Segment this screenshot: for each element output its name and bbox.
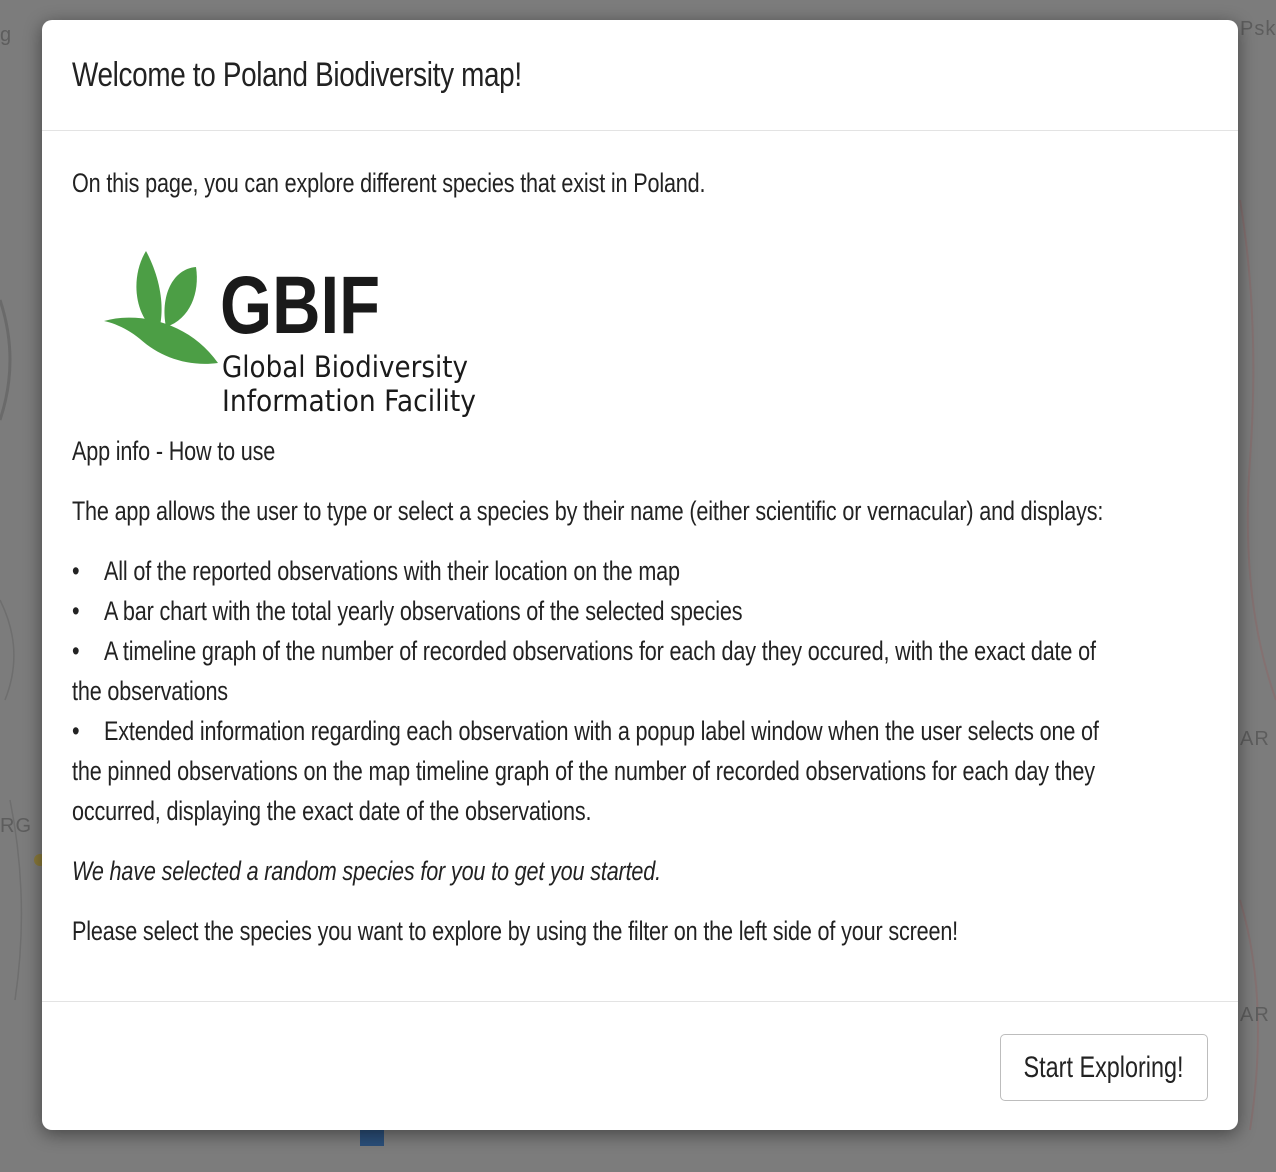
bullet-icon: • bbox=[72, 716, 80, 746]
feature-text-continued: the observations bbox=[72, 676, 228, 706]
modal-title: Welcome to Poland Biodiversity map! bbox=[72, 55, 522, 94]
feature-text: All of the reported observations with th… bbox=[104, 556, 680, 586]
list-item: • A timeline graph of the number of recor… bbox=[72, 631, 1192, 711]
start-exploring-label: Start Exploring! bbox=[1024, 1050, 1184, 1084]
start-exploring-button[interactable]: Start Exploring! bbox=[1000, 1034, 1208, 1101]
gbif-logo-line1: Global Biodiversity bbox=[222, 350, 468, 384]
map-place-label: AR bbox=[1240, 728, 1270, 750]
list-item: • A bar chart with the total yearly obser… bbox=[72, 591, 1192, 631]
feature-text-continued: occurred, displaying the exact date of t… bbox=[72, 796, 592, 826]
gbif-wordmark: GBIF bbox=[220, 260, 380, 351]
map-place-label: Psk bbox=[1240, 18, 1276, 40]
modal-header: Welcome to Poland Biodiversity map! bbox=[42, 20, 1238, 131]
gbif-logo: GBIF Global Biodiversity Information Fac… bbox=[104, 251, 476, 418]
features-list: • All of the reported observations with t… bbox=[72, 551, 1192, 831]
bullet-icon: • bbox=[72, 556, 80, 586]
list-item: • Extended information regarding each obs… bbox=[72, 711, 1192, 831]
gbif-logo-line2: Information Facility bbox=[222, 384, 476, 418]
instruction-text: Please select the species you want to ex… bbox=[72, 916, 959, 946]
map-marker-icon bbox=[360, 1130, 384, 1146]
feature-text: A bar chart with the total yearly observ… bbox=[104, 596, 743, 626]
modal-body: On this page, you can explore different … bbox=[42, 131, 1238, 1001]
app-description: The app allows the user to type or selec… bbox=[72, 496, 1104, 526]
bullet-icon: • bbox=[72, 596, 80, 626]
welcome-modal: Welcome to Poland Biodiversity map! On t… bbox=[42, 20, 1238, 1130]
map-place-label: AR bbox=[1240, 1004, 1270, 1026]
list-item: • All of the reported observations with t… bbox=[72, 551, 1192, 591]
feature-text-continued: the pinned observations on the map timel… bbox=[72, 756, 1095, 786]
map-place-label: RG bbox=[0, 815, 32, 837]
intro-text: On this page, you can explore different … bbox=[72, 168, 706, 198]
app-info-heading: App info - How to use bbox=[72, 436, 276, 466]
gbif-leaf-icon bbox=[104, 251, 218, 364]
feature-text: A timeline graph of the number of record… bbox=[104, 636, 1096, 666]
bullet-icon: • bbox=[72, 636, 80, 666]
modal-footer: Start Exploring! bbox=[42, 1001, 1238, 1130]
random-species-note: We have selected a random species for yo… bbox=[72, 856, 661, 886]
feature-text: Extended information regarding each obse… bbox=[104, 716, 1099, 746]
map-place-label: g bbox=[0, 24, 13, 46]
